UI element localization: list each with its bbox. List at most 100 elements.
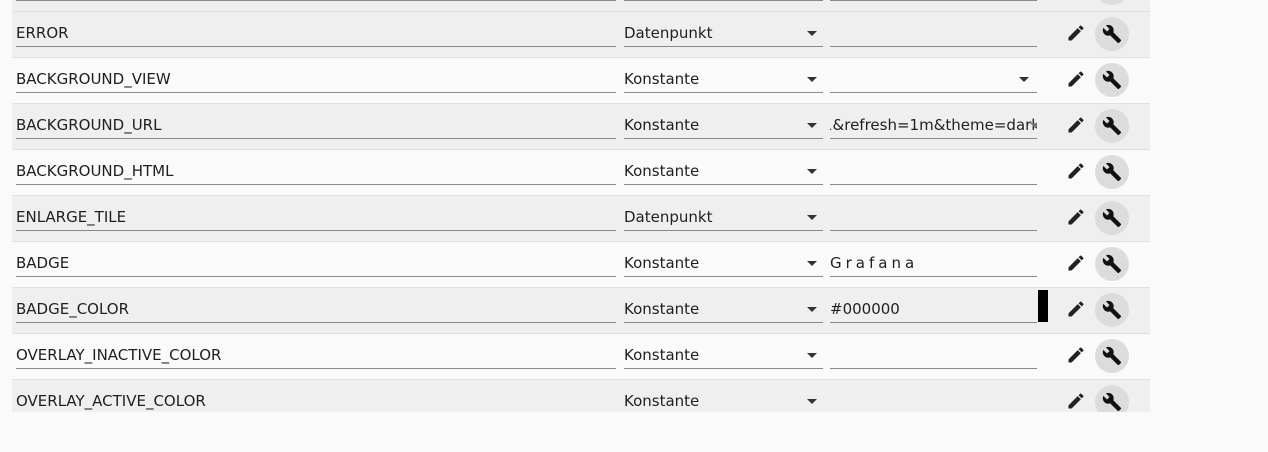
pencil-icon — [1068, 163, 1084, 179]
state-type-select[interactable]: Konstante — [624, 251, 823, 277]
wrench-icon — [1102, 300, 1122, 320]
chevron-down-icon — [807, 123, 817, 128]
wrench-icon — [1102, 346, 1122, 366]
state-type-value: Konstante — [624, 70, 700, 88]
state-type-value: Datenpunkt — [624, 24, 713, 42]
edit-button[interactable] — [1064, 343, 1088, 367]
state-value-field[interactable] — [830, 0, 1037, 1]
chevron-down-icon — [1019, 77, 1029, 82]
chevron-down-icon — [807, 31, 817, 36]
chevron-down-icon — [807, 399, 817, 404]
state-name-field[interactable]: OVERLAY_ACTIVE_COLOR — [16, 389, 616, 412]
state-type-select[interactable]: Konstante — [624, 343, 823, 369]
edit-button[interactable] — [1064, 251, 1088, 275]
table-row: BACKGROUND_VIEW Konstante — [12, 58, 1150, 104]
state-value-field[interactable] — [830, 389, 1037, 412]
state-name-field[interactable]: BADGE — [16, 251, 616, 277]
state-name-field[interactable]: BADGE_COLOR — [16, 297, 616, 323]
state-name-field[interactable]: ERROR — [16, 21, 616, 47]
table-row: BACKGROUND_HTML Konstante — [12, 150, 1150, 196]
state-value-field[interactable] — [830, 205, 1037, 231]
edit-button[interactable] — [1064, 67, 1088, 91]
edit-button[interactable] — [1064, 297, 1088, 321]
state-type-value: Konstante — [624, 116, 700, 134]
state-type-select[interactable]: Konstante — [624, 297, 823, 323]
table-row: OVERLAY_INACTIVE_COLOR Konstante — [12, 334, 1150, 380]
state-value-field[interactable]: #000000 — [830, 297, 1037, 323]
state-type-value: Datenpunkt — [624, 208, 713, 226]
state-value-field[interactable]: Grafana — [830, 251, 1037, 277]
pencil-icon — [1068, 117, 1084, 133]
chevron-down-icon — [1030, 123, 1037, 128]
wrench-icon — [1102, 392, 1122, 412]
edit-button[interactable] — [1064, 159, 1088, 183]
state-name-field[interactable]: ENLARGE_TILE — [16, 205, 616, 231]
state-value-field[interactable]: =1&refresh=1m&theme=dark — [830, 113, 1037, 139]
state-value-select[interactable] — [830, 67, 1037, 93]
wrench-icon — [1102, 24, 1122, 44]
state-type-value: Konstante — [624, 162, 700, 180]
settings-button[interactable] — [1095, 293, 1129, 327]
state-type-select[interactable]: Datenpunkt — [624, 205, 823, 231]
table-row: OVERLAY_ACTIVE_COLOR Konstante — [12, 380, 1150, 412]
settings-button[interactable] — [1095, 0, 1129, 5]
state-table: ERROR Datenpunkt BACKGROUND_VIEW Konstan… — [12, 0, 1150, 412]
state-type-select[interactable]: Konstante — [624, 159, 823, 185]
settings-button[interactable] — [1095, 201, 1129, 235]
wrench-icon — [1102, 70, 1122, 90]
chevron-down-icon — [807, 307, 817, 312]
settings-button[interactable] — [1095, 63, 1129, 97]
wrench-icon — [1102, 254, 1122, 274]
edit-button[interactable] — [1064, 205, 1088, 229]
state-name-field[interactable]: OVERLAY_INACTIVE_COLOR — [16, 343, 616, 369]
chevron-down-icon — [807, 169, 817, 174]
state-type-value: Konstante — [624, 300, 700, 318]
table-row: BACKGROUND_URL Konstante =1&refresh=1m&t… — [12, 104, 1150, 150]
table-row — [12, 0, 1150, 12]
state-name-field[interactable]: BACKGROUND_HTML — [16, 159, 616, 185]
pencil-icon — [1068, 71, 1084, 87]
state-type-select[interactable] — [624, 0, 823, 1]
pencil-icon — [1068, 255, 1084, 271]
state-type-select[interactable]: Konstante — [624, 113, 823, 139]
table-row: BADGE Konstante Grafana — [12, 242, 1150, 288]
pencil-icon — [1068, 25, 1084, 41]
state-value-field[interactable] — [830, 159, 1037, 185]
settings-button[interactable] — [1095, 109, 1129, 143]
table-row: BADGE_COLOR Konstante #000000 — [12, 288, 1150, 334]
settings-button[interactable] — [1095, 339, 1129, 373]
state-type-value: Konstante — [624, 346, 700, 364]
state-type-select[interactable]: Datenpunkt — [624, 21, 823, 47]
settings-button[interactable] — [1095, 155, 1129, 189]
state-type-select[interactable]: Konstante — [624, 67, 823, 93]
chevron-down-icon — [807, 215, 817, 220]
pencil-icon — [1068, 347, 1084, 363]
table-row: ERROR Datenpunkt — [12, 12, 1150, 58]
pencil-icon — [1068, 393, 1084, 409]
edit-button[interactable] — [1064, 389, 1088, 412]
table-row: ENLARGE_TILE Datenpunkt — [12, 196, 1150, 242]
settings-button[interactable] — [1095, 247, 1129, 281]
chevron-down-icon — [807, 77, 817, 82]
pencil-icon — [1068, 209, 1084, 225]
state-value-field[interactable] — [830, 343, 1037, 369]
state-name-field[interactable] — [16, 0, 616, 1]
state-value-field[interactable] — [830, 21, 1037, 47]
wrench-icon — [1102, 162, 1122, 182]
pencil-icon — [1068, 301, 1084, 317]
chevron-down-icon — [807, 353, 817, 358]
state-value: =1&refresh=1m&theme=dark — [830, 116, 1037, 134]
wrench-icon — [1102, 208, 1122, 228]
state-name-field[interactable]: BACKGROUND_URL — [16, 113, 616, 139]
settings-button[interactable] — [1095, 17, 1129, 51]
state-type-value: Konstante — [624, 254, 700, 272]
edit-button[interactable] — [1064, 113, 1088, 137]
state-type-value: Konstante — [624, 392, 700, 410]
settings-button[interactable] — [1095, 385, 1129, 412]
state-name-field[interactable]: BACKGROUND_VIEW — [16, 67, 616, 93]
chevron-down-icon — [807, 261, 817, 266]
state-type-select[interactable]: Konstante — [624, 389, 823, 412]
color-swatch[interactable] — [1038, 290, 1048, 322]
edit-button[interactable] — [1064, 21, 1088, 45]
wrench-icon — [1102, 116, 1122, 136]
